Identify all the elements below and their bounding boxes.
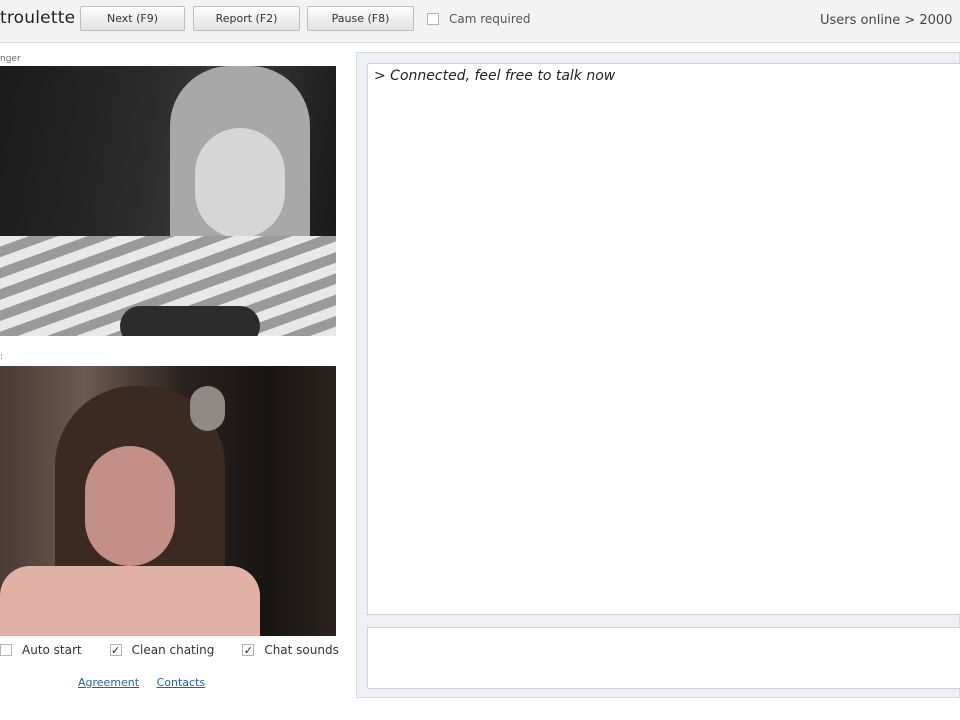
- chat-sounds-checkbox[interactable]: ✓: [242, 644, 255, 656]
- your-video-caption: :: [0, 352, 4, 362]
- chat-sounds-label: Chat sounds: [264, 643, 339, 657]
- contacts-link[interactable]: Contacts: [157, 676, 206, 689]
- chat-log[interactable]: > Connected, feel free to talk now: [367, 63, 960, 615]
- chat-panel: > Connected, feel free to talk now: [356, 52, 960, 698]
- stranger-video-caption: nger: [0, 54, 21, 64]
- auto-start-checkbox[interactable]: [0, 644, 12, 656]
- chat-status-message: > Connected, feel free to talk now: [374, 68, 616, 84]
- footer-links: Agreement Contacts: [78, 676, 219, 689]
- auto-start-label: Auto start: [22, 643, 82, 657]
- clean-chatting-option[interactable]: ✓ Clean chating: [109, 643, 215, 657]
- chat-options: Auto start ✓ Clean chating ✓ Chat sounds: [0, 643, 367, 657]
- app-logo: troulette: [0, 8, 76, 28]
- agreement-link[interactable]: Agreement: [78, 676, 139, 689]
- your-video: [0, 366, 336, 636]
- top-toolbar: troulette Next (F9) Report (F2) Pause (F…: [0, 0, 960, 43]
- chat-message-input[interactable]: [367, 627, 960, 689]
- cam-required-checkbox[interactable]: [427, 13, 439, 25]
- pause-button[interactable]: Pause (F8): [307, 6, 414, 31]
- chat-sounds-option[interactable]: ✓ Chat sounds: [242, 643, 339, 657]
- users-online-counter: Users online > 2000: [820, 13, 953, 28]
- clean-chatting-checkbox[interactable]: ✓: [109, 644, 122, 656]
- report-button[interactable]: Report (F2): [193, 6, 300, 31]
- cam-required-option[interactable]: Cam required: [427, 12, 531, 26]
- clean-chatting-label: Clean chating: [131, 643, 215, 657]
- auto-start-option[interactable]: Auto start: [0, 643, 82, 657]
- stranger-video: [0, 66, 336, 336]
- next-button[interactable]: Next (F9): [80, 6, 185, 31]
- cam-required-label: Cam required: [449, 12, 531, 26]
